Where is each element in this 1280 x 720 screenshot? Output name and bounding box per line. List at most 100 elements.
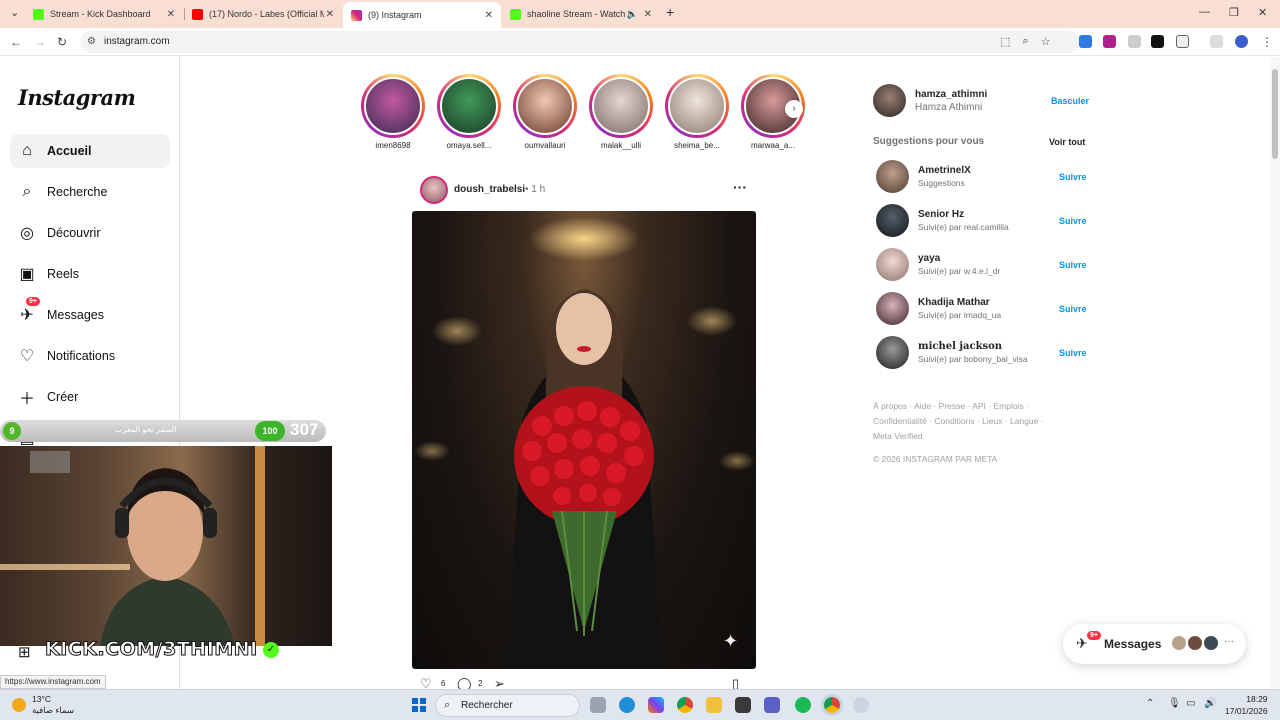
post-author-avatar[interactable]: [420, 176, 448, 204]
sidebar-item-messages[interactable]: ✈ 9+ Messages: [10, 297, 170, 332]
url-field[interactable]: ⚙ instagram.com: [80, 31, 1080, 53]
weather-widget[interactable]: 13°C سماء صافية: [12, 694, 74, 716]
story-item[interactable]: omaya.sell...: [437, 74, 501, 150]
maximize-icon[interactable]: ❐: [1229, 6, 1239, 19]
app-icon[interactable]: [853, 697, 869, 713]
suggestion-avatar[interactable]: [876, 204, 909, 237]
tab-youtube[interactable]: (17) Nordo - Labes (Official Mu ✕: [184, 3, 342, 25]
tab-shaoline-stream[interactable]: shaoline Stream - Watch Li 🔈 ✕: [502, 3, 660, 25]
back-icon[interactable]: ←: [10, 35, 22, 49]
story-item[interactable]: imen8698: [361, 74, 425, 150]
edge-icon[interactable]: [619, 697, 635, 713]
copilot-icon[interactable]: [648, 697, 664, 713]
extension-e-icon[interactable]: [1151, 35, 1164, 48]
suggestion-username[interactable]: yaya: [918, 253, 940, 264]
taskbar-search[interactable]: ⌕ Rechercher: [435, 694, 580, 717]
suggestion-avatar[interactable]: [876, 160, 909, 193]
url-actions: ⬚ ⌕ ☆: [1000, 35, 1050, 48]
bookmark-star-icon[interactable]: ☆: [1041, 35, 1051, 48]
chrome-icon[interactable]: [677, 697, 693, 713]
see-all-link[interactable]: Voir tout: [1049, 137, 1085, 147]
spotify-icon[interactable]: [795, 697, 811, 713]
install-app-icon[interactable]: ⬚: [1000, 35, 1010, 48]
sidebar-item-reels[interactable]: ▣ Reels: [10, 257, 170, 291]
sidebar-item-notifications[interactable]: ♡ Notifications: [10, 339, 170, 373]
tab-list-icon[interactable]: ⌄: [10, 6, 19, 19]
switch-account-button[interactable]: Basculer: [1051, 96, 1089, 106]
suggestion-avatar[interactable]: [876, 292, 909, 325]
extensions-puzzle-icon[interactable]: [1176, 35, 1189, 48]
close-tab-icon[interactable]: ✕: [326, 9, 334, 20]
tray-chevron-icon[interactable]: ⌃: [1146, 698, 1154, 709]
post-author-username[interactable]: doush_trabelsi: [454, 184, 525, 195]
page-scrollbar[interactable]: [1270, 57, 1280, 689]
zoom-icon[interactable]: ⌕: [1022, 35, 1028, 48]
story-item[interactable]: oumvallauri: [513, 74, 577, 150]
suggestions-title: Suggestions pour vous: [873, 136, 985, 147]
reload-icon[interactable]: ↻: [57, 35, 67, 49]
extension-icon[interactable]: [1079, 35, 1092, 48]
ai-sparkle-icon: ✦: [723, 631, 739, 651]
follow-button[interactable]: Suivre: [1059, 304, 1087, 314]
volume-icon[interactable]: 🔊: [1204, 698, 1216, 709]
suggestion-username[interactable]: Khadija Mathar: [918, 297, 990, 308]
story-item[interactable]: malak__ulli: [589, 74, 653, 150]
tab-kick-dashboard[interactable]: Stream - Kick Dashboard ✕: [25, 3, 183, 25]
profile-avatar[interactable]: [873, 84, 906, 117]
site-info-icon[interactable]: ⚙: [87, 36, 96, 47]
close-tab-icon[interactable]: ✕: [644, 9, 652, 20]
taskbar-clock[interactable]: 18:29 17/01/2026: [1225, 693, 1268, 717]
file-explorer-icon[interactable]: [706, 697, 722, 713]
extension-icon[interactable]: [1128, 35, 1141, 48]
post-image[interactable]: ✦: [412, 211, 756, 669]
comments-count: 2: [478, 679, 483, 688]
sidebar-item-create[interactable]: ＋ Créer: [10, 380, 170, 414]
webcam-video: [0, 446, 265, 646]
windows-start-icon[interactable]: [412, 698, 426, 712]
suggestion-avatar[interactable]: [876, 248, 909, 281]
suggestion-subtitle: Suivi(e) par imadq_ua: [918, 310, 1002, 320]
follow-button[interactable]: Suivre: [1059, 348, 1087, 358]
teams-icon[interactable]: [764, 697, 780, 713]
store-icon[interactable]: [735, 697, 751, 713]
suggestion-avatar[interactable]: [876, 336, 909, 369]
extension-shield-icon[interactable]: [1103, 35, 1116, 48]
media-control-icon[interactable]: [1210, 35, 1223, 48]
profile-avatar-icon[interactable]: [1235, 35, 1248, 48]
stories-next-button[interactable]: ›: [785, 100, 803, 118]
microphone-icon[interactable]: 🎙: [1168, 698, 1181, 709]
suggestion-username[interactable]: AmetrinelX: [918, 165, 971, 176]
task-view-icon[interactable]: [590, 697, 606, 713]
speaker-icon[interactable]: 🔈: [627, 9, 638, 20]
messages-floating-button[interactable]: ✈ 9+ Messages ···: [1063, 624, 1246, 664]
browser-menu-icon[interactable]: ⋮: [1261, 35, 1273, 49]
new-tab-icon[interactable]: +: [666, 4, 674, 20]
tab-instagram[interactable]: (9) Instagram ✕: [343, 2, 501, 28]
suggestion-username[interactable]: 𝐦𝐢𝐜𝐡𝐞𝐥 𝐣𝐚𝐜𝐤𝐬𝐨𝐧: [918, 341, 1002, 352]
profile-username[interactable]: hamza_athimni: [915, 89, 987, 100]
suggestion-subtitle: Suivi(e) par real.camillia: [918, 222, 1009, 232]
instagram-logo[interactable]: Instagram: [18, 85, 136, 110]
youtube-favicon-icon: [192, 8, 203, 20]
sidebar-item-home[interactable]: ⌂ Accueil: [10, 134, 170, 168]
close-window-icon[interactable]: ✕: [1258, 6, 1267, 19]
post-more-options-icon[interactable]: ···: [733, 179, 747, 195]
sidebar-item-explore[interactable]: ◎ Découvrir: [10, 216, 170, 250]
forward-icon[interactable]: →: [34, 35, 46, 49]
windows-taskbar: 13°C سماء صافية ⌕ Rechercher ⌃ 🎙 ▭ 🔊 18:…: [0, 689, 1280, 720]
minimize-icon[interactable]: —: [1199, 6, 1210, 18]
close-tab-icon[interactable]: ✕: [167, 9, 175, 20]
story-item[interactable]: sheima_be...: [665, 74, 729, 150]
close-tab-icon[interactable]: ✕: [485, 10, 493, 21]
follow-button[interactable]: Suivre: [1059, 172, 1087, 182]
sidebar-item-search[interactable]: ⌕ Recherche: [10, 175, 170, 209]
network-icon[interactable]: ▭: [1186, 698, 1195, 709]
address-bar-row: ← → ↻ ⚙ instagram.com ⬚ ⌕ ☆ ⋮: [0, 28, 1280, 56]
follow-button[interactable]: Suivre: [1059, 260, 1087, 270]
story-avatar: [668, 77, 726, 135]
suggestion-username[interactable]: Senior Hz: [918, 209, 964, 220]
footer-links[interactable]: À propos · Aide · Presse · API · Emplois…: [873, 399, 1063, 444]
scrollbar-thumb[interactable]: [1272, 69, 1278, 159]
follow-button[interactable]: Suivre: [1059, 216, 1087, 226]
chrome-active-icon[interactable]: [824, 697, 840, 713]
